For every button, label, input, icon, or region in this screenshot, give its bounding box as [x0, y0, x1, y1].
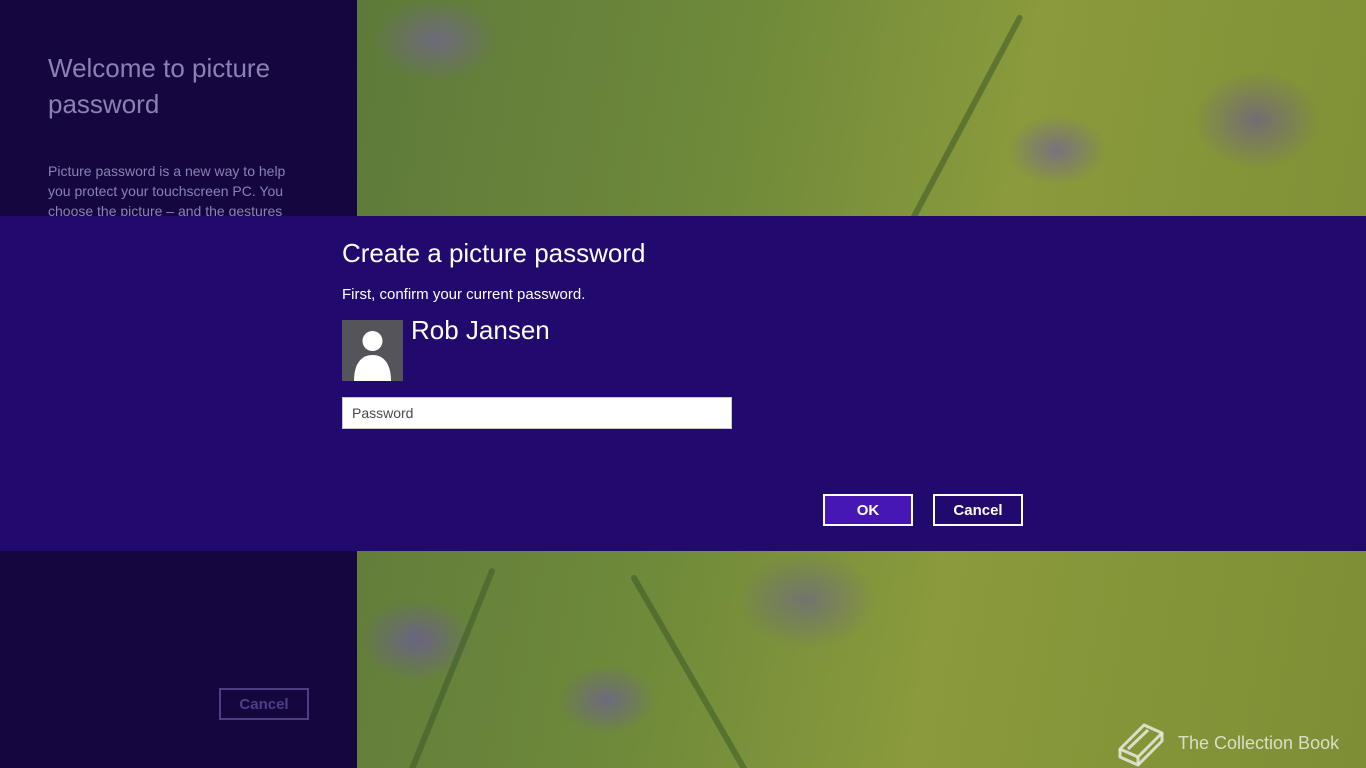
- picture-password-screen: Welcome to picture password Picture pass…: [0, 0, 1366, 768]
- watermark-text: The Collection Book: [1178, 732, 1340, 753]
- book-icon: [1118, 723, 1164, 767]
- flower-stem: [629, 573, 751, 768]
- watermark: The Collection Book: [1114, 718, 1339, 768]
- flower-stem: [404, 567, 496, 768]
- intro-description: Picture password is a new way to help yo…: [48, 163, 286, 219]
- user-name: Rob Jansen: [411, 315, 550, 345]
- dialog-title: Create a picture password: [342, 238, 646, 268]
- intro-cancel-button[interactable]: Cancel: [219, 688, 309, 720]
- user-avatar: [342, 320, 403, 381]
- ok-button[interactable]: OK: [823, 494, 913, 526]
- cancel-button[interactable]: Cancel: [933, 494, 1023, 526]
- create-picture-password-dialog: [0, 216, 1366, 551]
- flower-stem: [896, 13, 1024, 247]
- intro-title: Welcome to picture password: [48, 53, 271, 119]
- password-field[interactable]: [342, 397, 732, 429]
- dialog-instruction: First, confirm your current password.: [342, 286, 586, 303]
- user-silhouette-icon: [354, 331, 391, 381]
